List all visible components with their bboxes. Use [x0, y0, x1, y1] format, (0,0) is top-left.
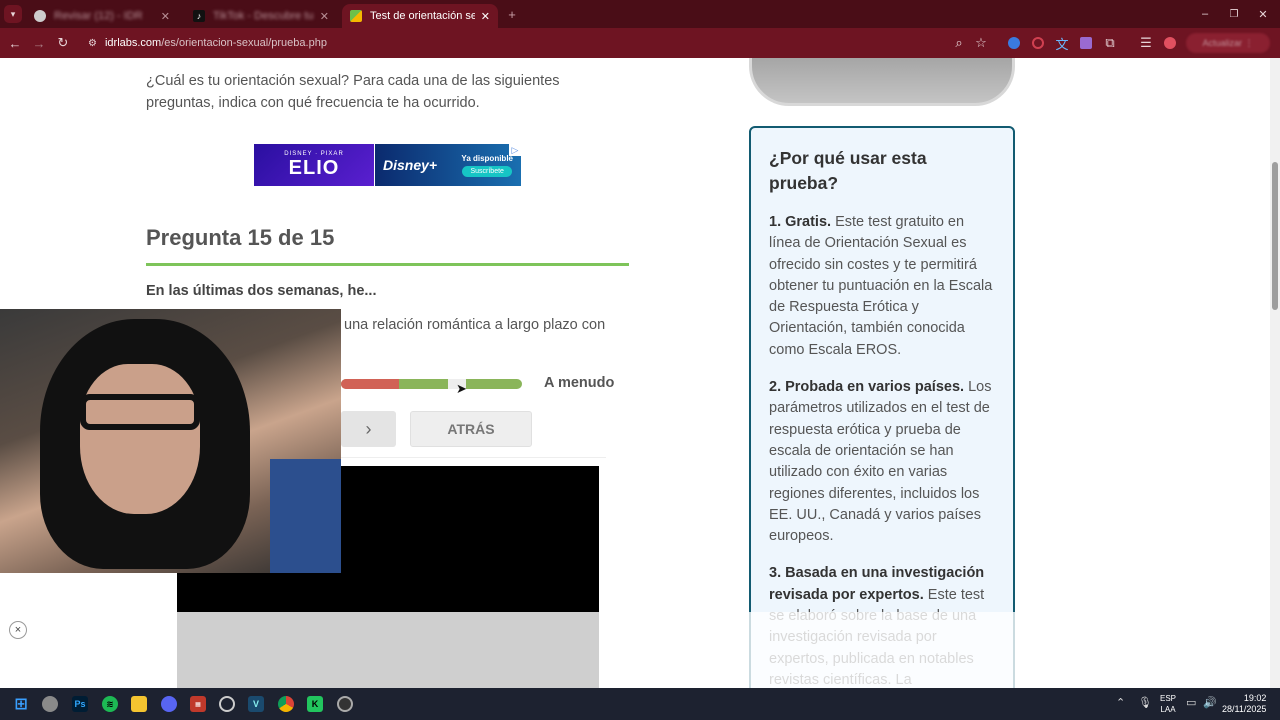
vertical-scrollbar[interactable] [1270, 58, 1280, 688]
sidebar-top-widget [749, 58, 1015, 106]
system-clock[interactable]: 19:02 28/11/2025 [1222, 693, 1266, 715]
photoshop-icon[interactable]: Ps [72, 696, 88, 712]
reason-1-text: Este test gratuito en línea de Orientaci… [769, 214, 993, 358]
extension-translate-icon[interactable]: 文 [1053, 34, 1071, 52]
forward-arrow-icon[interactable]: → [30, 34, 48, 52]
lang-top: ESP [1160, 694, 1177, 703]
tray-expand-icon[interactable]: ⌃ [1116, 696, 1125, 709]
slider-red-segment [341, 379, 399, 389]
webcam-chair [270, 459, 341, 573]
obs-icon[interactable] [219, 696, 235, 712]
microphone-icon[interactable]: 🎙 [1138, 696, 1152, 709]
question-lead: En las últimas dos semanas, he... [146, 283, 377, 299]
sticky-ad-content[interactable] [177, 612, 599, 688]
advertisement-banner[interactable]: DISNEY · PIXAR ELIO Disney+ Ya disponibl… [254, 144, 521, 186]
ad-info-icon[interactable]: ▷ [509, 144, 521, 156]
ad-title: ELIO [288, 156, 340, 179]
why-use-panel: ¿Por qué usar esta prueba? 1. Gratis. Es… [749, 126, 1015, 688]
close-tab-icon[interactable]: ✕ [481, 10, 490, 23]
new-tab-icon[interactable]: + [503, 5, 521, 23]
tab-search-button[interactable]: ▾ [4, 5, 22, 23]
reason-2-title: 2. Probada en varios países. [769, 379, 965, 396]
panel-heading: ¿Por qué usar esta prueba? [769, 148, 927, 193]
app-icon[interactable] [42, 696, 58, 712]
tab-2-active[interactable]: Test de orientación sexual ✕ [342, 4, 498, 28]
question-title: Pregunta 15 de 15 [146, 225, 335, 250]
extensions-puzzle-icon[interactable]: ⧉ [1101, 34, 1119, 52]
minimize-icon[interactable]: – [1196, 5, 1214, 23]
reading-list-icon[interactable]: ☰ [1137, 34, 1155, 52]
clock-date: 28/11/2025 [1222, 704, 1267, 714]
maximize-icon[interactable]: ❐ [1225, 5, 1243, 23]
mouse-pointer-icon: ➤ [456, 381, 467, 396]
webcam-person-face [80, 364, 200, 514]
ad-brand-panel: Disney+ Ya disponible Suscríbete [374, 144, 521, 186]
reload-icon[interactable]: ↻ [54, 34, 72, 52]
answer-slider[interactable] [341, 379, 522, 389]
tiktok-icon: ♪ [193, 10, 205, 22]
windows-start-icon[interactable]: ⊞ [13, 696, 29, 713]
tab-title: Revisar (12) - IDR [54, 10, 143, 22]
volume-icon[interactable]: 🔊 [1203, 696, 1217, 709]
address-bar[interactable]: ⚙ idrlabs.com/es/orientacion-sexual/prue… [80, 31, 1000, 55]
discord-icon[interactable] [161, 696, 177, 712]
divider [146, 263, 629, 266]
close-tab-icon[interactable]: ✕ [161, 10, 170, 23]
close-tab-icon[interactable]: ✕ [320, 10, 329, 23]
ad-brand: Disney+ [383, 157, 438, 173]
tab-title: Test de orientación sexual [370, 10, 475, 22]
zoom-icon[interactable]: ⌕ [950, 34, 968, 52]
slider-value-label: A menudo [544, 375, 615, 391]
clock-time: 19:02 [1243, 693, 1267, 703]
next-button[interactable]: › [341, 411, 396, 447]
back-button[interactable]: ATRÁS [410, 411, 532, 447]
tab-1[interactable]: ♪ TikTok - Descubre tus ✕ [185, 4, 337, 28]
back-arrow-icon[interactable]: ← [6, 34, 24, 52]
ad-cta-button[interactable]: Suscríbete [462, 165, 512, 177]
url-path: /es/orientacion-sexual/prueba.php [161, 37, 327, 49]
extension-red-icon[interactable] [1029, 34, 1047, 52]
tab-0[interactable]: Revisar (12) - IDR ✕ [26, 4, 178, 28]
browser-tab-strip: ▾ Revisar (12) - IDR ✕ ♪ TikTok - Descub… [0, 0, 1280, 28]
reason-1: 1. Gratis. Este test gratuito en línea d… [769, 212, 995, 361]
idrlabs-icon [350, 10, 362, 22]
language-indicator[interactable]: ESP LAA [1160, 693, 1176, 715]
file-explorer-icon[interactable] [131, 696, 147, 712]
windows-taskbar: ⊞ Ps ≋ ▦ V K ⌃ ESP LAA 🎙 ▭ 🔊 19:02 28/11… [0, 688, 1280, 720]
extension-purple-icon[interactable] [1077, 34, 1095, 52]
intro-text: ¿Cuál es tu orientación sexual? Para cad… [146, 73, 560, 111]
ad-movie-panel: DISNEY · PIXAR ELIO [254, 144, 374, 186]
reason-1-title: 1. Gratis. [769, 214, 832, 230]
ad-cta[interactable]: Ya disponible Suscríbete [461, 154, 513, 177]
globe-icon [34, 10, 46, 22]
spotify-icon[interactable]: ≋ [102, 696, 118, 712]
reason-2-text: Los parámetros utilizados en el test de … [769, 379, 992, 545]
browser-toolbar: ← → ↻ ⚙ idrlabs.com/es/orientacion-sexua… [0, 28, 1280, 58]
update-button[interactable]: Actualizar ⋮ [1186, 33, 1270, 53]
app-icon[interactable] [337, 696, 353, 712]
tab-title: TikTok - Descubre tus [213, 10, 314, 22]
chrome-icon[interactable] [278, 696, 294, 712]
page-content: ¿Cuál es tu orientación sexual? Para cad… [0, 58, 1270, 688]
scrollbar-thumb[interactable] [1272, 162, 1278, 310]
webcam-glasses [80, 394, 200, 430]
close-window-icon[interactable]: ✕ [1254, 5, 1272, 23]
network-icon[interactable]: ▭ [1186, 696, 1196, 709]
avatar[interactable] [1161, 34, 1179, 52]
extension-blue-icon[interactable] [1005, 34, 1023, 52]
webcam-overlay [0, 309, 341, 573]
close-ad-button[interactable]: × [9, 621, 27, 639]
editor-icon[interactable]: V [248, 696, 264, 712]
reason-2: 2. Probada en varios países. Los parámet… [769, 377, 995, 547]
bookmark-star-icon[interactable]: ☆ [972, 34, 990, 52]
question-text: una relación romántica a largo plazo con [344, 317, 606, 333]
lang-bottom: LAA [1160, 705, 1176, 714]
divider [341, 457, 606, 458]
ad-cta-top: Ya disponible [461, 153, 513, 163]
url-host: idrlabs.com [104, 37, 162, 49]
kick-icon[interactable]: K [307, 696, 323, 712]
app-red-icon[interactable]: ▦ [190, 696, 206, 712]
site-info-icon[interactable]: ⚙ [88, 38, 97, 49]
